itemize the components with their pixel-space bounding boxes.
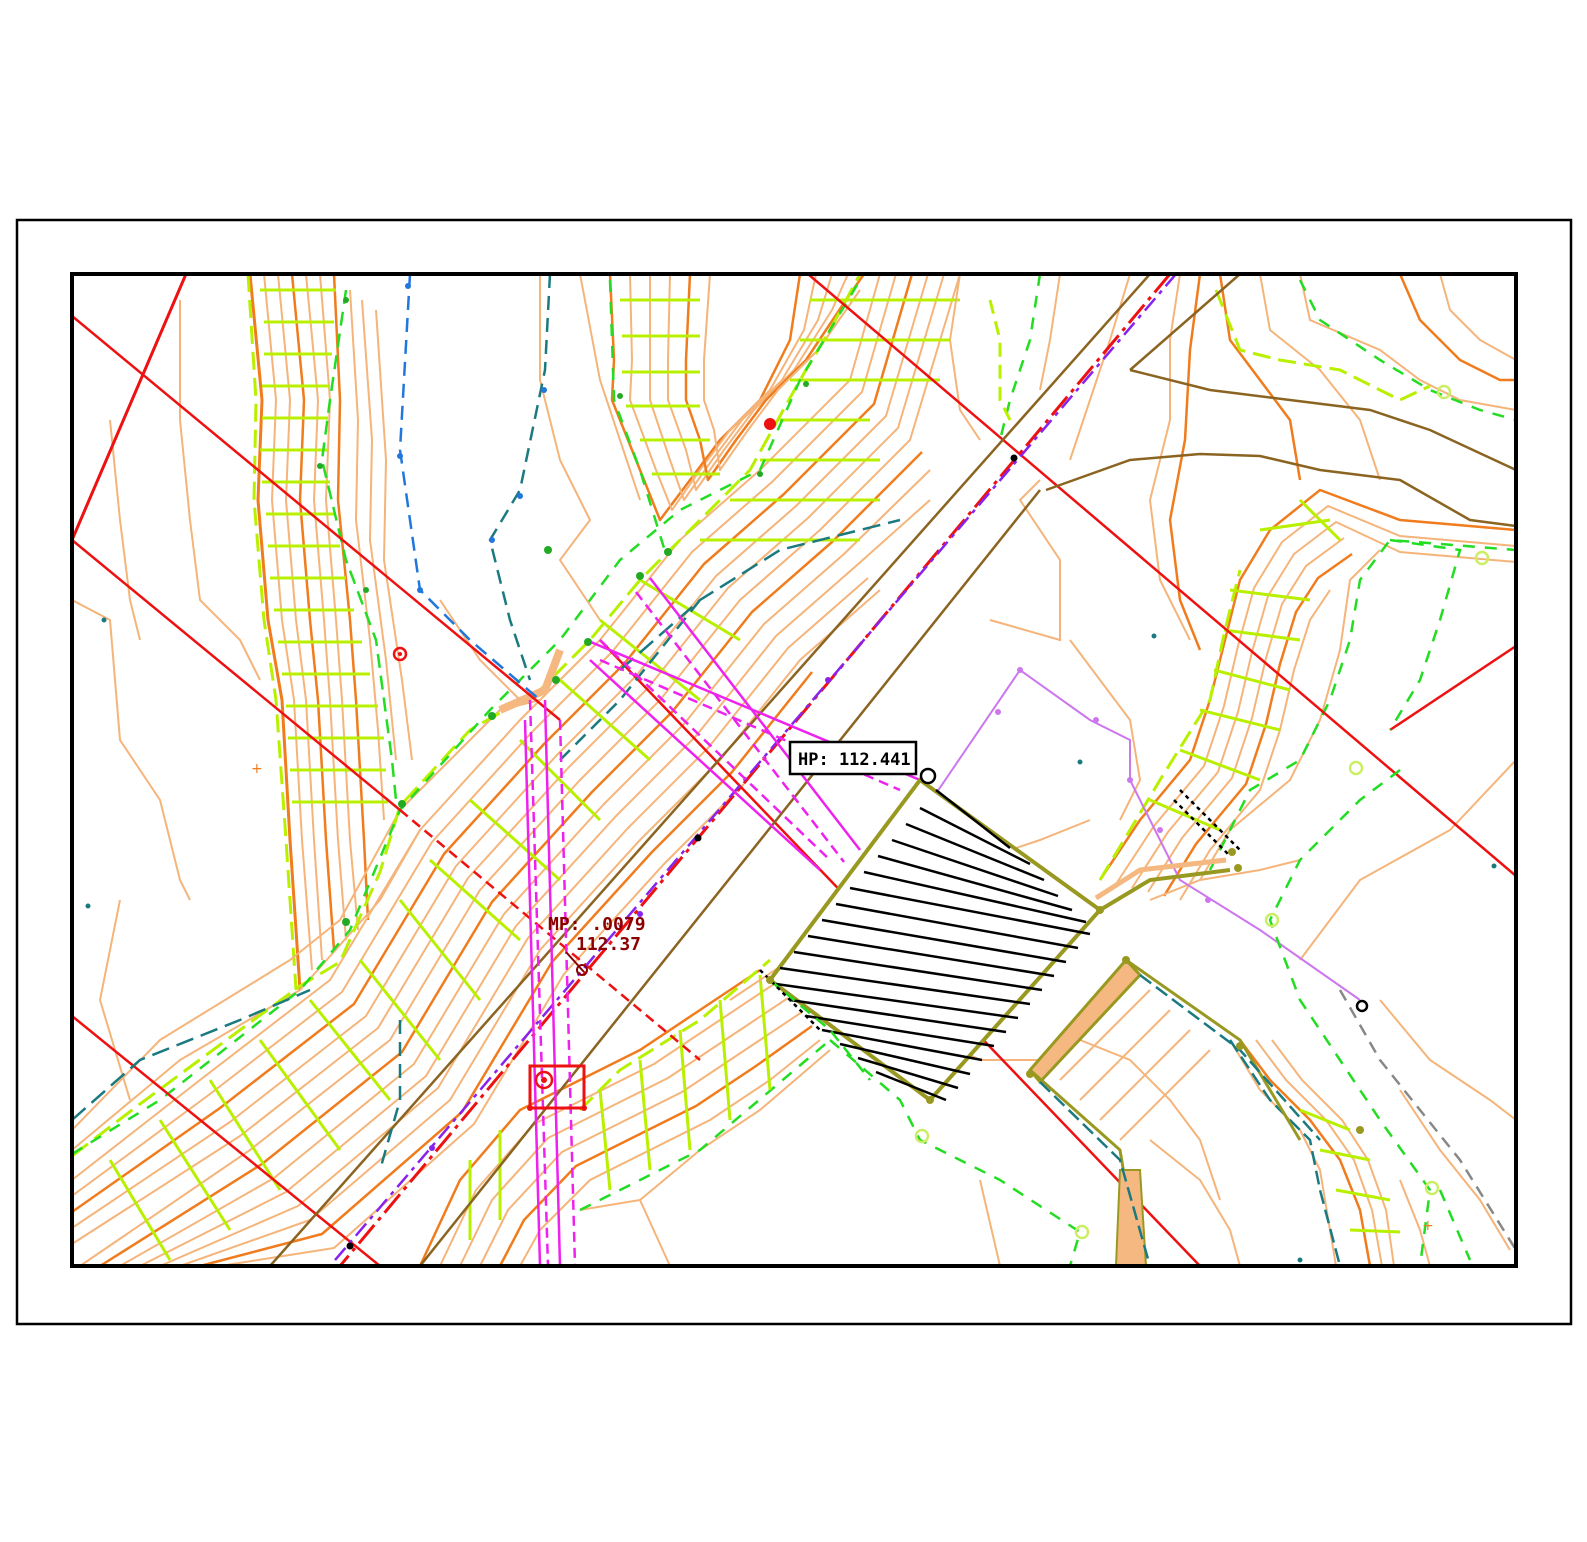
svg-text:+: + bbox=[1422, 1218, 1434, 1234]
mp-label-line1: MP: .0079 bbox=[548, 914, 646, 935]
hp-label: HP: 112.441 bbox=[798, 750, 911, 770]
circle-point-icon[interactable] bbox=[1355, 999, 1369, 1013]
map-content[interactable]: + + MP: .0079 112.37 HP: 112.441 bbox=[72, 274, 1516, 1266]
svg-text:+: + bbox=[251, 761, 263, 777]
hp-label-box[interactable]: HP: 112.441 bbox=[788, 740, 918, 776]
circle-point-icon[interactable] bbox=[919, 767, 937, 785]
drawing-sheet: + + MP: .0079 112.37 HP: 112.441 bbox=[15, 218, 1573, 1326]
mp-label-line2: 112.37 bbox=[576, 934, 641, 955]
